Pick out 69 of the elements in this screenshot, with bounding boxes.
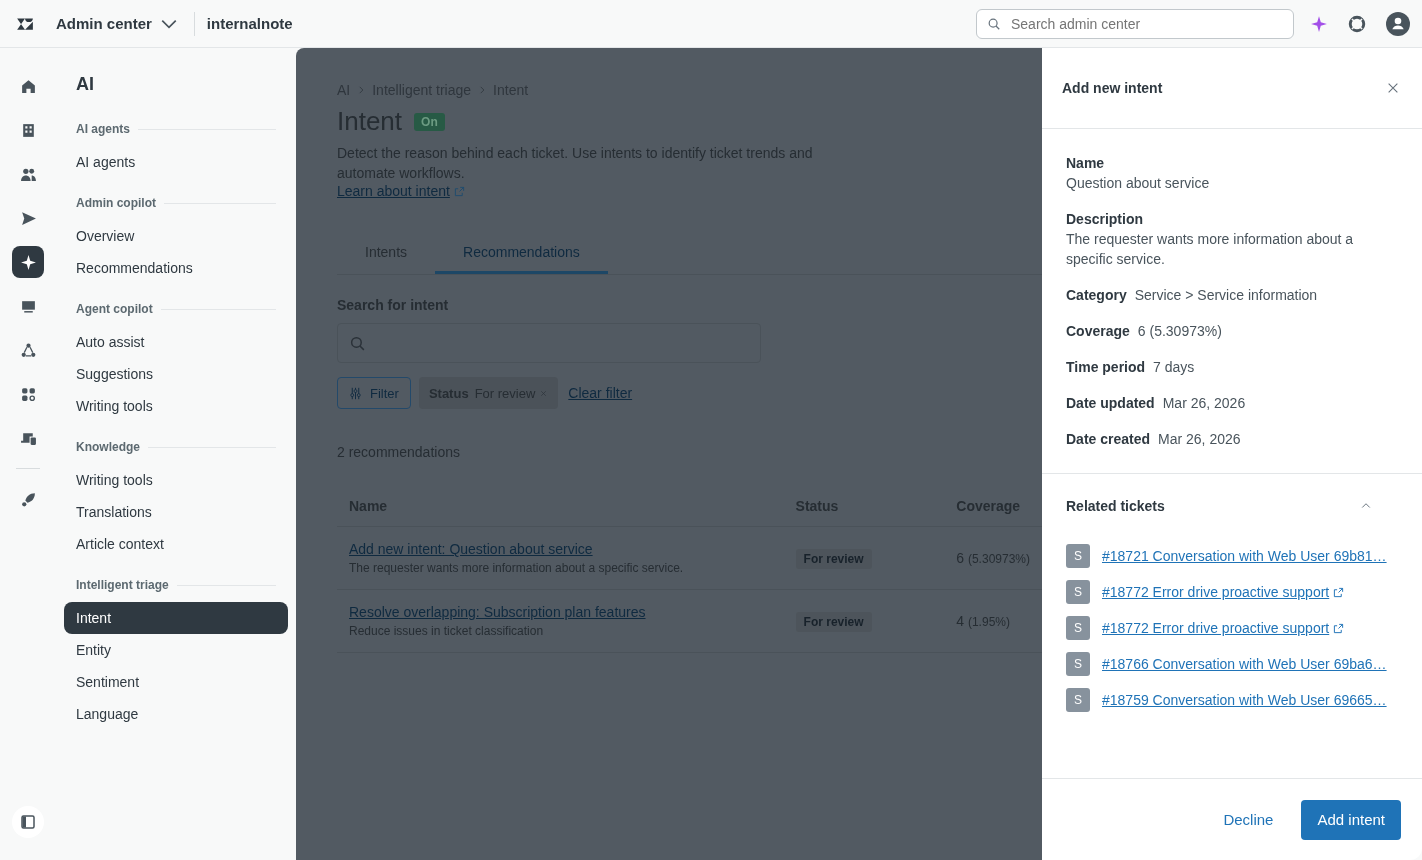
- nav-item[interactable]: Sentiment: [64, 666, 288, 698]
- nav-item[interactable]: Article context: [64, 528, 288, 560]
- ticket-avatar: S: [1066, 544, 1090, 568]
- ticket-link[interactable]: #18766 Conversation with Web User 69ba6…: [1102, 656, 1387, 672]
- ticket-link[interactable]: #18721 Conversation with Web User 69b81…: [1102, 548, 1387, 564]
- help-icon[interactable]: [1348, 14, 1366, 33]
- filter-icon: [349, 386, 362, 400]
- field-label: Date updated: [1066, 394, 1155, 413]
- nodes-icon: [19, 341, 37, 359]
- panel-title: Add new intent: [1062, 80, 1163, 96]
- nav-item[interactable]: Language: [64, 698, 288, 730]
- field-value: Service > Service information: [1134, 286, 1318, 305]
- field-label: Category: [1066, 286, 1127, 305]
- nav-title: AI: [76, 74, 95, 95]
- ticket-avatar: S: [1066, 652, 1090, 676]
- nav-item[interactable]: Overview: [64, 220, 288, 252]
- field-value: 7 days: [1153, 358, 1195, 377]
- collapse-button[interactable]: [12, 806, 44, 838]
- nav-item[interactable]: Recommendations: [64, 252, 288, 284]
- ticket-link[interactable]: #18772 Error drive proactive support: [1102, 620, 1330, 636]
- field-value: The requester wants more information about a specific service.: [1066, 230, 1355, 269]
- field-label: Coverage: [1066, 322, 1130, 341]
- product-menu[interactable]: Admin center: [56, 15, 152, 32]
- nav-item[interactable]: Intent: [64, 602, 288, 634]
- field-value: Mar 26, 2026: [1162, 394, 1246, 413]
- nav-item[interactable]: Suggestions: [64, 358, 288, 390]
- ticket-link[interactable]: #18759 Conversation with Web User 69665…: [1102, 692, 1387, 708]
- account-name: internalnote: [206, 15, 293, 32]
- send-icon: [19, 209, 37, 227]
- decline-button[interactable]: Decline: [1211, 799, 1286, 840]
- external-link-icon: [453, 185, 465, 197]
- external-link-icon: [1333, 622, 1345, 634]
- section-heading: Intelligent triage: [76, 578, 169, 592]
- nav-item[interactable]: Writing tools: [64, 464, 288, 496]
- field-label: Date created: [1066, 430, 1151, 449]
- nav-item[interactable]: Entity: [64, 634, 288, 666]
- field-label: Name: [1066, 154, 1106, 173]
- add-intent-button[interactable]: Add intent: [1301, 799, 1401, 840]
- section-title: Related tickets: [1066, 498, 1165, 514]
- close-icon[interactable]: [1386, 81, 1400, 95]
- field-value: Question about service: [1066, 174, 1211, 193]
- ticket-link[interactable]: #18772 Error drive proactive support: [1102, 584, 1330, 600]
- field-value: 6 (5.30973%): [1137, 322, 1222, 341]
- field-value: Mar 26, 2026: [1158, 430, 1241, 449]
- status-badge: On: [414, 112, 445, 131]
- ticket-avatar: S: [1066, 616, 1090, 640]
- home-icon: [19, 77, 37, 95]
- avatar-icon[interactable]: [1386, 11, 1410, 36]
- rail-button[interactable]: [12, 246, 44, 278]
- sidebar-icon: [20, 814, 36, 830]
- section-heading: Knowledge: [76, 440, 140, 454]
- close-icon: [539, 388, 549, 398]
- nav-item[interactable]: Auto assist: [64, 326, 288, 358]
- search-icon: [349, 334, 366, 352]
- field-label: Time period: [1066, 358, 1146, 377]
- sparkle-icon: [19, 253, 37, 271]
- external-link-icon: [1333, 586, 1345, 598]
- nav-item[interactable]: AI agents: [64, 146, 288, 178]
- nav-item[interactable]: Writing tools: [64, 390, 288, 422]
- apps-icon: [19, 385, 37, 403]
- search-icon: [987, 16, 1001, 31]
- section-heading: AI agents: [76, 122, 130, 136]
- ticket-avatar: S: [1066, 688, 1090, 712]
- section-heading: Admin copilot: [76, 196, 156, 210]
- section-heading: Agent copilot: [76, 302, 153, 316]
- ticket-avatar: S: [1066, 580, 1090, 604]
- field-label: Description: [1066, 210, 1144, 229]
- search-field[interactable]: [337, 323, 761, 363]
- nav-item[interactable]: Translations: [64, 496, 288, 528]
